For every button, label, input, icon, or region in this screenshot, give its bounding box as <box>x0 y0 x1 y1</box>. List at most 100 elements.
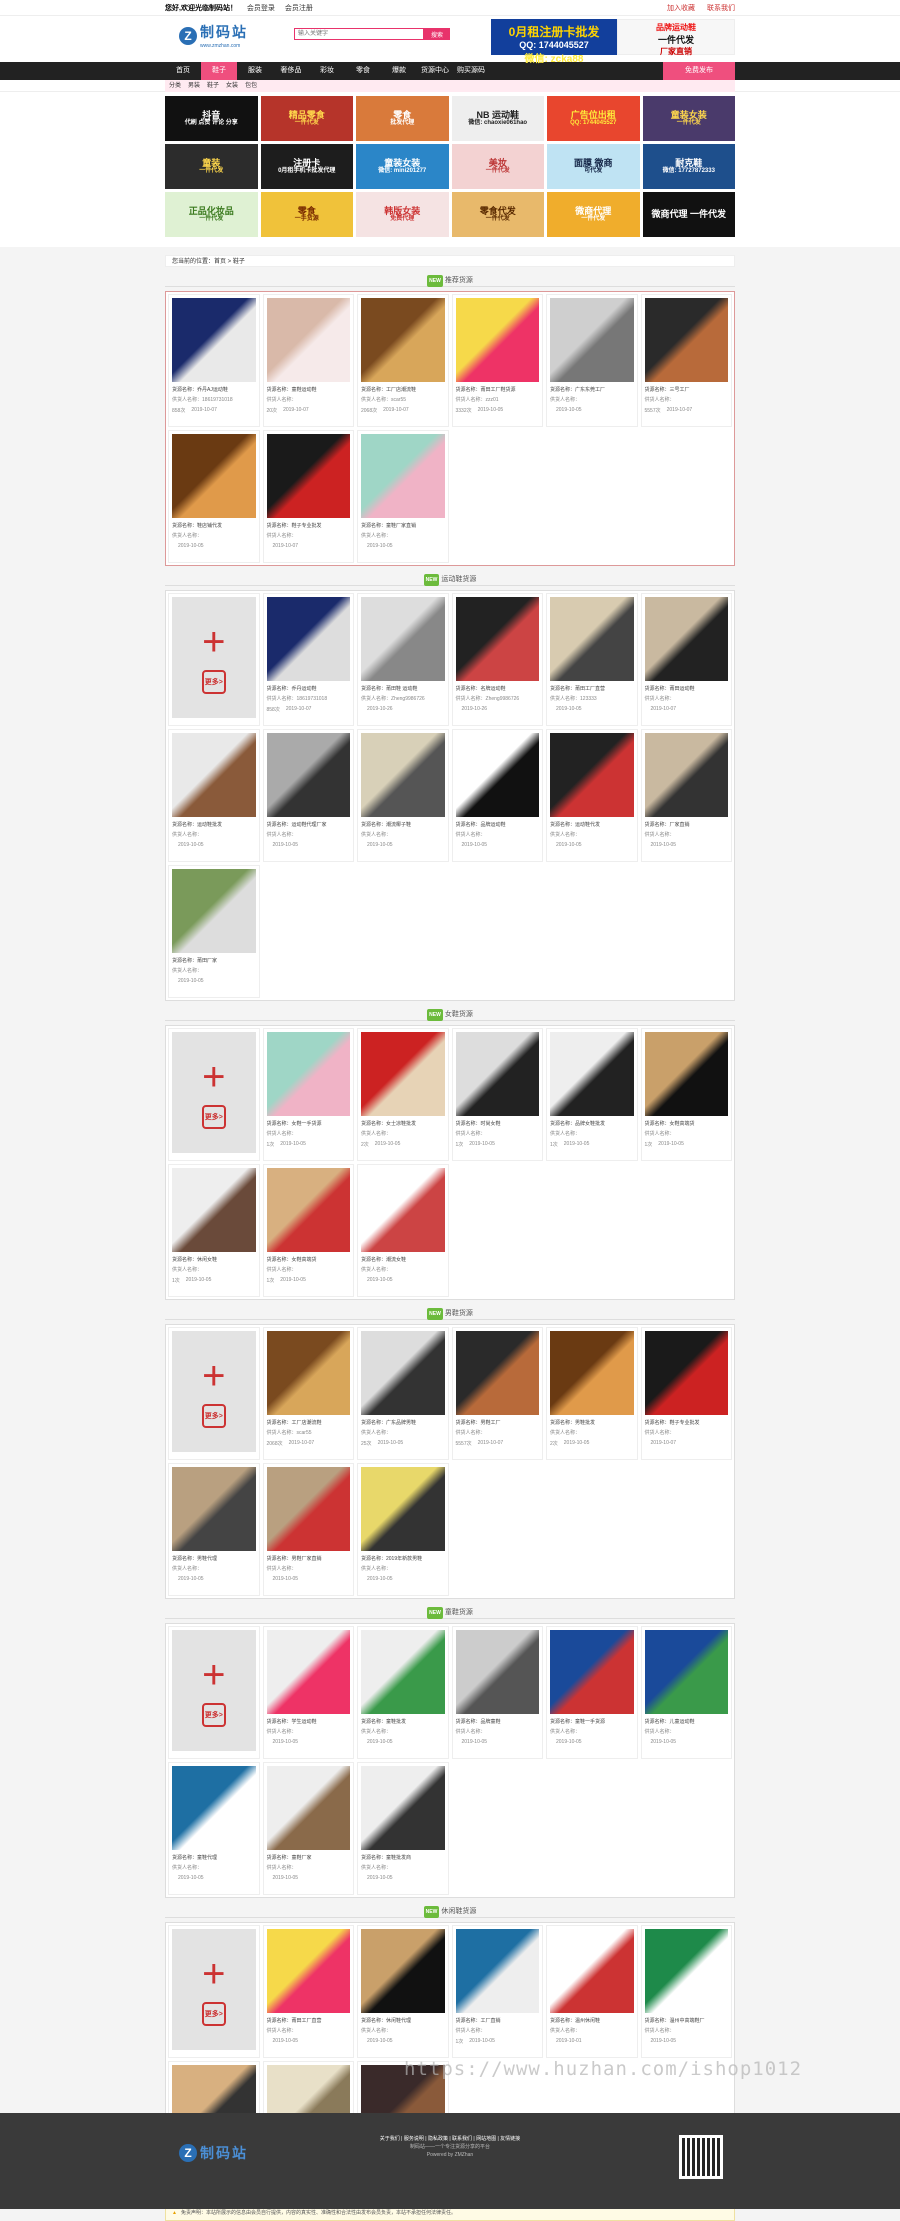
ad-banner[interactable]: 零食代发 一件代发 <box>451 192 544 237</box>
goods-card[interactable]: 货源名称：莆田运动鞋 供货人名称： 2019-10-07 <box>640 593 732 726</box>
goods-name[interactable]: 货源名称：莆田厂家 <box>172 957 256 964</box>
more-button[interactable]: 更多> <box>201 1702 226 1727</box>
nav-item[interactable]: 服装 <box>237 62 273 80</box>
goods-thumbnail[interactable] <box>550 733 634 817</box>
goods-thumbnail[interactable] <box>361 1766 445 1850</box>
goods-card[interactable]: 货源名称：运动鞋批发 供货人名称： 2019-10-05 <box>168 729 260 862</box>
goods-card[interactable]: 货源名称：童鞋批发 供货人名称： 2019-10-05 <box>357 1626 449 1759</box>
goods-card[interactable]: 货源名称：女士凉鞋批发 供货人名称： 2次 2019-10-05 <box>357 1028 449 1161</box>
goods-name[interactable]: 货源名称：运动鞋批发 <box>172 821 256 828</box>
goods-thumbnail[interactable] <box>266 1168 350 1252</box>
goods-thumbnail[interactable] <box>644 1032 728 1116</box>
goods-card[interactable]: 货源名称：乔丹运动鞋 供货人名称：18619731018 858次 2019-10-0… <box>262 593 354 726</box>
goods-card[interactable]: 货源名称：童鞋一手货源 供货人名称： 2019-10-05 <box>546 1626 638 1759</box>
more-card[interactable]: + 更多> <box>168 1028 260 1161</box>
goods-name[interactable]: 货源名称：男鞋工厂 <box>456 1419 540 1426</box>
goods-name[interactable]: 货源名称：运动鞋代发 <box>550 821 634 828</box>
goods-thumbnail[interactable] <box>266 434 350 518</box>
goods-thumbnail[interactable] <box>455 1630 539 1714</box>
goods-card[interactable]: 货源名称：潮流女鞋 供货人名称： 2019-10-05 <box>357 1164 449 1297</box>
nav-item[interactable]: 首页 <box>165 62 201 80</box>
register-link[interactable]: 会员注册 <box>285 5 313 12</box>
goods-card[interactable]: 货源名称：品牌女鞋批发 供货人名称： 1次 2019-10-05 <box>546 1028 638 1161</box>
goods-thumbnail[interactable] <box>455 298 539 382</box>
goods-thumbnail[interactable] <box>361 298 445 382</box>
more-card[interactable]: + 更多> <box>168 1626 260 1759</box>
goods-thumbnail[interactable] <box>172 1168 256 1252</box>
goods-name[interactable]: 货源名称：运动鞋代理厂家 <box>267 821 351 828</box>
ad-banner[interactable]: 微商代理 一件代发 <box>547 192 640 237</box>
goods-card[interactable]: 货源名称：鞋店铺代发 供货人名称： 2019-10-05 <box>168 430 260 563</box>
goods-thumbnail[interactable] <box>361 597 445 681</box>
nav-item[interactable]: 奢侈品 <box>273 62 309 80</box>
search-input[interactable] <box>294 28 424 40</box>
contact-link[interactable]: 联系我们 <box>707 5 735 12</box>
nav-item[interactable]: 购买源码 <box>453 62 489 80</box>
goods-name[interactable]: 货源名称：潮流女鞋 <box>361 1256 445 1263</box>
goods-thumbnail[interactable] <box>550 1331 634 1415</box>
subnav-item[interactable]: 女装 <box>226 80 238 92</box>
more-button[interactable]: 更多> <box>201 669 226 694</box>
goods-name[interactable]: 货源名称：鞋子专业批发 <box>645 1419 729 1426</box>
goods-thumbnail[interactable] <box>266 733 350 817</box>
goods-thumbnail[interactable] <box>644 597 728 681</box>
goods-card[interactable]: 货源名称：名牌运动鞋 供货人名称：Zheng9986726 2019-10-26 <box>451 593 543 726</box>
nav-item[interactable]: 零食 <box>345 62 381 80</box>
goods-card[interactable]: 货源名称：莆田鞋 运动鞋 供货人名称：Zheng9986726 2019-10-26 <box>357 593 449 726</box>
ad-banner[interactable]: 抖音 代刷 点赞 评论 分享 <box>165 96 258 141</box>
more-button[interactable]: 更多> <box>201 2001 226 2026</box>
goods-thumbnail[interactable] <box>455 1929 539 2013</box>
goods-card[interactable]: 货源名称：莆田工厂直营 供货人名称： 2019-10-05 <box>262 1925 354 2058</box>
goods-name[interactable]: 货源名称：男鞋批发 <box>550 1419 634 1426</box>
goods-name[interactable]: 货源名称：2019年新款男鞋 <box>361 1555 445 1562</box>
goods-card[interactable]: 货源名称：童鞋代理 供货人名称： 2019-10-05 <box>168 1762 260 1895</box>
goods-name[interactable]: 货源名称：莆田工厂直营 <box>550 685 634 692</box>
goods-thumbnail[interactable] <box>550 1929 634 2013</box>
goods-name[interactable]: 货源名称：休闲女鞋 <box>172 1256 256 1263</box>
goods-thumbnail[interactable] <box>361 1032 445 1116</box>
ad-banner[interactable]: 童装女装 一件代发 <box>642 96 735 141</box>
goods-thumbnail[interactable] <box>266 1766 350 1850</box>
goods-thumbnail[interactable] <box>550 298 634 382</box>
goods-thumbnail[interactable] <box>550 1630 634 1714</box>
goods-thumbnail[interactable] <box>644 1331 728 1415</box>
subnav-item[interactable]: 分类 <box>169 80 181 92</box>
goods-name[interactable]: 货源名称：鞋子专业批发 <box>267 522 351 529</box>
publish-button[interactable]: 免费发布 <box>663 62 735 80</box>
goods-name[interactable]: 货源名称：儿童运动鞋 <box>645 1718 729 1725</box>
goods-card[interactable]: 货源名称：儿童运动鞋 供货人名称： 2019-10-05 <box>640 1626 732 1759</box>
subnav-item[interactable]: 包包 <box>245 80 257 92</box>
goods-thumbnail[interactable] <box>172 733 256 817</box>
goods-card[interactable]: 货源名称：女鞋一手货源 供货人名称： 1次 2019-10-05 <box>262 1028 354 1161</box>
ad-banner[interactable]: 童装女装 微信: mini201277 <box>356 144 449 189</box>
goods-card[interactable]: 货源名称：童鞋厂家 供货人名称： 2019-10-05 <box>262 1762 354 1895</box>
goods-card[interactable]: 货源名称：莆田厂家 供货人名称： 2019-10-05 <box>168 865 260 998</box>
ad-banner[interactable]: NB 运动鞋 微信: chaoxie061hao <box>451 96 544 141</box>
goods-name[interactable]: 货源名称：女士凉鞋批发 <box>361 1120 445 1127</box>
goods-name[interactable]: 货源名称：童鞋批发 <box>361 1718 445 1725</box>
ad-banner[interactable]: 童装 一件代发 <box>165 144 258 189</box>
goods-card[interactable]: 货源名称：品牌运动鞋 供货人名称： 2019-10-05 <box>451 729 543 862</box>
goods-name[interactable]: 货源名称：品牌女鞋批发 <box>550 1120 634 1127</box>
goods-thumbnail[interactable] <box>266 1032 350 1116</box>
site-logo[interactable]: Z 制码站 www.zmzhan.com <box>179 22 248 49</box>
more-card[interactable]: + 更多> <box>168 593 260 726</box>
goods-card[interactable]: 货源名称：童鞋运动鞋 供货人名称： 20次 2019-10-07 <box>262 294 354 427</box>
login-link[interactable]: 会员登录 <box>247 5 275 12</box>
goods-name[interactable]: 货源名称：名牌运动鞋 <box>456 685 540 692</box>
ad-banner[interactable]: 韩版女装 免费代理 <box>356 192 449 237</box>
ad-banner[interactable]: 精品零食 一件代发 <box>260 96 353 141</box>
goods-name[interactable]: 货源名称：男鞋代理 <box>172 1555 256 1562</box>
goods-card[interactable]: 货源名称：女鞋高端货 供货人名称： 1次 2019-10-05 <box>640 1028 732 1161</box>
goods-name[interactable]: 货源名称：潮流椰子鞋 <box>361 821 445 828</box>
goods-name[interactable]: 货源名称：莆田工厂直营 <box>267 2017 351 2024</box>
goods-thumbnail[interactable] <box>266 1467 350 1551</box>
goods-name[interactable]: 货源名称：广东品牌男鞋 <box>361 1419 445 1426</box>
goods-card[interactable]: 货源名称：休闲鞋代理 供货人名称： 2019-10-05 <box>357 1925 449 2058</box>
goods-name[interactable]: 货源名称：乔丹运动鞋 <box>267 685 351 692</box>
goods-name[interactable]: 货源名称：品牌童鞋 <box>456 1718 540 1725</box>
goods-card[interactable]: 货源名称：品牌童鞋 供货人名称： 2019-10-05 <box>451 1626 543 1759</box>
goods-name[interactable]: 货源名称：童鞋厂家直销 <box>361 522 445 529</box>
more-card[interactable]: + 更多> <box>168 1327 260 1460</box>
goods-card[interactable]: 货源名称：休闲女鞋 供货人名称： 1次 2019-10-05 <box>168 1164 260 1297</box>
